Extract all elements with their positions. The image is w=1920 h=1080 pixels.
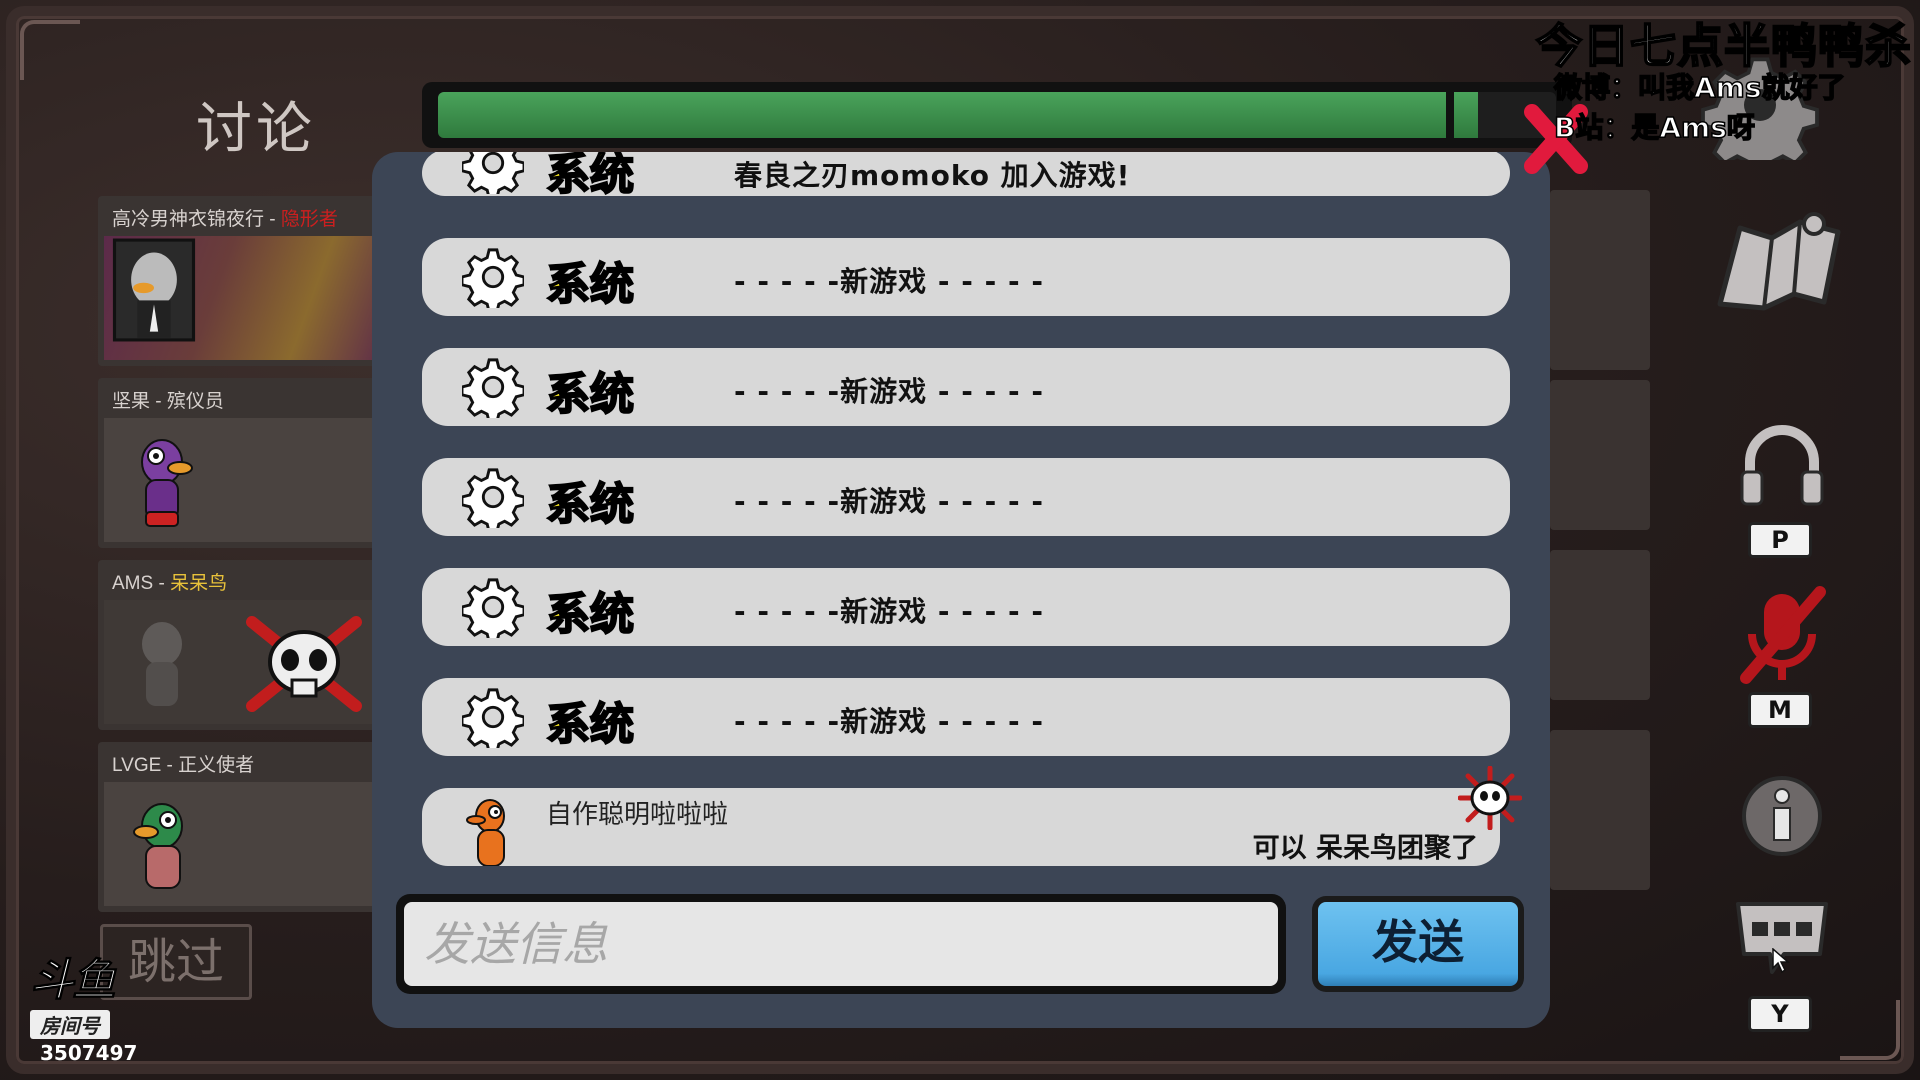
- name-separator: -: [264, 209, 281, 230]
- player-role: 隐形者: [280, 209, 338, 230]
- player-name: AMS: [112, 573, 154, 594]
- stream-overlay-bilibili: B站：是Ams呀: [1553, 110, 1755, 145]
- name-separator: -: [150, 391, 167, 412]
- timer-fill: [438, 92, 1478, 138]
- penguin-suit-avatar: [112, 238, 196, 342]
- send-button-label: 发送: [1318, 902, 1518, 986]
- player-name-line: AMS - 呆呆鸟: [112, 568, 227, 595]
- info-icon[interactable]: [1740, 774, 1824, 858]
- message-sender: 自作聪明啦啦啦: [546, 800, 729, 830]
- system-label: 系统: [545, 698, 635, 751]
- send-button[interactable]: 发送: [1312, 896, 1524, 992]
- message-text: - - - - -新游戏 - - - - -: [734, 375, 1044, 408]
- faded-duck-avatar: [142, 622, 182, 706]
- skull-dead-icon: [246, 616, 362, 712]
- side-panel-block: [1550, 190, 1650, 370]
- player-avatar-area: [104, 782, 388, 906]
- player-name: LVGE: [112, 755, 162, 776]
- discussion-title: 讨论: [196, 97, 316, 162]
- player-avatar-area: [104, 418, 388, 542]
- map-icon[interactable]: [1714, 208, 1850, 314]
- player-card[interactable]: LVGE - 正义使者: [98, 742, 388, 912]
- room-number-label: 房间号: [30, 1010, 110, 1039]
- green-duck-avatar: [133, 803, 183, 889]
- room-number: 3507497: [40, 1041, 138, 1065]
- gear-icon: [462, 688, 524, 748]
- gear-icon: [462, 248, 524, 308]
- platform-logo-text: 斗鱼: [30, 955, 117, 1007]
- system-label: 系统: [545, 588, 635, 641]
- system-message: 系统 - - - - -新游戏 - - - - -: [422, 568, 1510, 646]
- system-label: 系统: [545, 478, 635, 531]
- mute-key-badge: M: [1748, 692, 1812, 728]
- message-text: 春良之刃momoko 加入游戏!: [734, 159, 1131, 192]
- side-panel-block: [1550, 550, 1650, 700]
- message-input-container: [396, 894, 1286, 994]
- muted-microphone-icon[interactable]: [1734, 584, 1830, 688]
- message-text: - - - - -新游戏 - - - - -: [734, 595, 1044, 628]
- player-role: 正义使者: [178, 755, 255, 776]
- system-message: 系统 - - - - -新游戏 - - - - -: [422, 458, 1510, 536]
- dead-ghost-icon: [1458, 766, 1522, 830]
- system-message: 系统 - - - - -新游戏 - - - - -: [422, 678, 1510, 756]
- message-input[interactable]: [404, 902, 1278, 986]
- stream-overlay-weibo: 微博：叫我Ams就好了: [1553, 70, 1846, 105]
- name-separator: -: [161, 755, 179, 776]
- system-label: 系统: [545, 258, 635, 311]
- douyu-logo: 斗鱼 房间号 3507497: [30, 944, 150, 1066]
- player-name-line: 高冷男神衣锦夜行 - 隐形者: [112, 204, 338, 231]
- name-separator: -: [153, 573, 171, 594]
- player-name: 高冷男神衣锦夜行: [112, 209, 265, 230]
- chat-panel: 系统 春良之刃momoko 加入游戏! 系统 - - - - -新游戏 - - …: [372, 152, 1550, 1028]
- purple-duck-avatar: [141, 439, 193, 527]
- system-message: 系统 - - - - -新游戏 - - - - -: [422, 348, 1510, 426]
- timer-notch: [1446, 92, 1454, 138]
- player-card[interactable]: 高冷男神衣锦夜行 - 隐形者: [98, 196, 388, 366]
- voice-key-badge: P: [1748, 522, 1812, 558]
- player-message: 自作聪明啦啦啦 可以 呆呆鸟团聚了: [422, 766, 1522, 866]
- gear-icon: [462, 358, 524, 418]
- side-panel-block: [1550, 380, 1650, 530]
- player-name: 坚果: [112, 391, 151, 412]
- mouse-cursor-icon: [1772, 948, 1790, 974]
- gear-icon: [462, 578, 524, 638]
- message-text: - - - - -新游戏 - - - - -: [734, 485, 1044, 518]
- system-message: 系统 - - - - -新游戏 - - - - -: [422, 238, 1510, 316]
- message-text: - - - - -新游戏 - - - - -: [734, 705, 1044, 738]
- player-avatar-area: [104, 600, 388, 724]
- player-role: 殡仪员: [166, 391, 224, 412]
- system-message: 系统 春良之刃momoko 加入游戏!: [422, 152, 1510, 201]
- headphones-icon[interactable]: [1738, 424, 1826, 508]
- message-text: 可以 呆呆鸟团聚了: [1252, 833, 1478, 864]
- frame-corner: [1840, 1000, 1900, 1060]
- player-name-line: 坚果 - 殡仪员: [112, 386, 224, 413]
- gear-icon: [462, 152, 524, 194]
- system-label: 系统: [545, 152, 635, 201]
- player-avatar-area: [104, 236, 388, 360]
- chat-key-badge: Y: [1748, 996, 1812, 1032]
- player-name-line: LVGE - 正义使者: [112, 750, 254, 777]
- timer-track: [438, 92, 1556, 138]
- message-text: - - - - -新游戏 - - - - -: [734, 265, 1044, 298]
- player-card-dead[interactable]: AMS - 呆呆鸟: [98, 560, 388, 730]
- frame-corner: [20, 20, 80, 80]
- discussion-timer: [422, 82, 1572, 148]
- orange-duck-avatar: [466, 799, 505, 866]
- gear-icon: [462, 468, 524, 528]
- player-role: 呆呆鸟: [170, 573, 228, 594]
- player-card[interactable]: 坚果 - 殡仪员: [98, 378, 388, 548]
- side-panel-block: [1550, 730, 1650, 890]
- system-label: 系统: [545, 368, 635, 421]
